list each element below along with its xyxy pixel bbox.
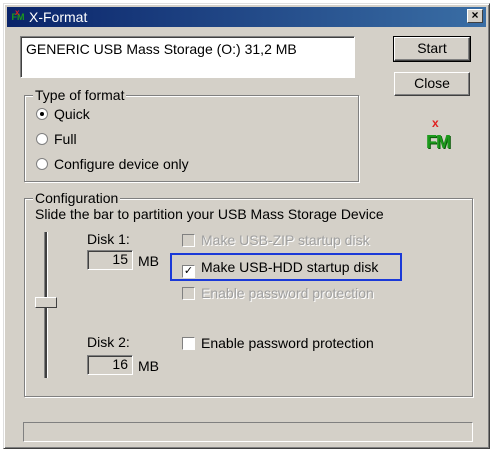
disk2-label: Disk 2:: [87, 334, 130, 350]
disk1-size-field: 15: [87, 250, 133, 270]
close-window-button[interactable]: ×: [467, 9, 483, 23]
checkbox-usb-hdd[interactable]: ✓ Make USB-HDD startup disk: [182, 258, 378, 278]
device-info-box: GENERIC USB Mass Storage (O:) 31,2 MB: [20, 36, 355, 78]
xformat-logo-icon: x FM: [420, 116, 456, 154]
radio-unchecked-icon: [36, 158, 48, 170]
radio-full-label: Full: [54, 131, 77, 147]
disk2-unit: MB: [138, 358, 159, 374]
usb-zip-label: Make USB-ZIP startup disk: [201, 232, 370, 248]
partition-slider-thumb[interactable]: [35, 297, 57, 308]
checkbox-checked-icon: ✓: [182, 265, 195, 278]
checkbox-unchecked-icon: [182, 337, 195, 350]
radio-checked-icon: [36, 108, 48, 120]
usb-hdd-label: Make USB-HDD startup disk: [201, 259, 379, 275]
close-button[interactable]: Close: [394, 72, 470, 96]
format-progress-bar: [23, 422, 473, 442]
radio-configure-device-only[interactable]: Configure device only: [36, 155, 189, 173]
device-label: GENERIC USB Mass Storage (O:) 31,2 MB: [26, 41, 297, 57]
checkbox-disk1-password[interactable]: Enable password protection: [182, 284, 374, 302]
start-button[interactable]: Start: [393, 36, 471, 62]
configuration-description: Slide the bar to partition your USB Mass…: [35, 206, 384, 222]
title-bar[interactable]: x FM X-Format ×: [7, 7, 486, 27]
disk1-label: Disk 1:: [87, 231, 130, 247]
configuration-legend: Configuration: [33, 190, 121, 206]
logo-x: x: [432, 116, 439, 130]
disk2-password-label: Enable password protection: [201, 335, 374, 351]
checkbox-disk2-password[interactable]: Enable password protection: [182, 334, 374, 352]
disk1-unit: MB: [138, 253, 159, 269]
disk2-size-field: 16: [87, 355, 133, 375]
checkbox-usb-zip[interactable]: Make USB-ZIP startup disk: [182, 231, 370, 249]
type-of-format-legend: Type of format: [33, 87, 127, 103]
radio-full[interactable]: Full: [36, 130, 77, 148]
radio-unchecked-icon: [36, 133, 48, 145]
logo-fm: FM: [426, 132, 451, 152]
radio-quick[interactable]: Quick: [36, 105, 90, 123]
window-title: X-Format: [29, 9, 88, 25]
checkbox-unchecked-icon: [182, 234, 195, 247]
xformat-app-icon: x FM: [11, 8, 25, 22]
disk1-password-label: Enable password protection: [201, 285, 374, 301]
radio-quick-label: Quick: [54, 106, 90, 122]
radio-configure-label: Configure device only: [54, 156, 189, 172]
checkbox-unchecked-icon: [182, 287, 195, 300]
